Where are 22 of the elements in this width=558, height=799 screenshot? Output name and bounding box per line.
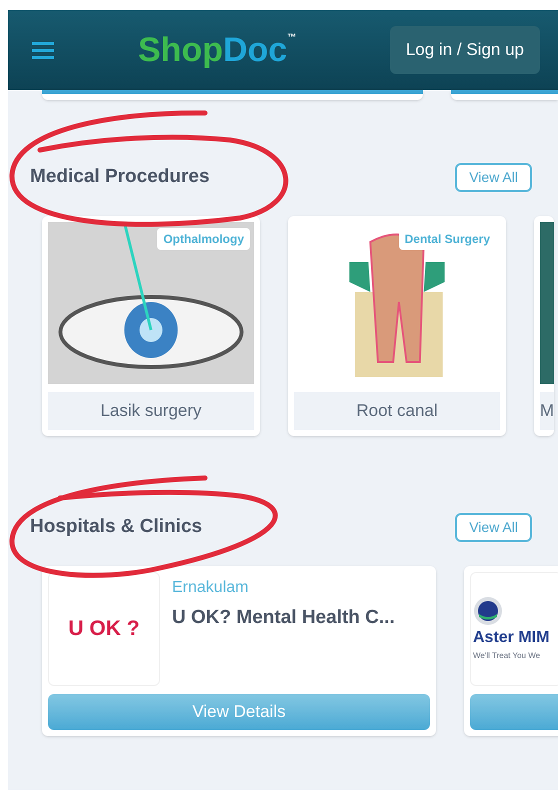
view-all-button[interactable]: View All — [455, 512, 532, 542]
login-button[interactable]: Log in / Sign up — [390, 26, 540, 74]
procedure-card[interactable]: Dental Surgery Root canal — [288, 216, 506, 436]
hospital-card[interactable]: U OK ? Ernakulam U OK? Mental Health C... View Details — [42, 566, 436, 736]
hospital-logo-tagline: We'll Treat You We — [473, 650, 540, 662]
section-title: Medical Procedures — [30, 164, 210, 189]
view-all-button[interactable]: View All — [455, 162, 532, 192]
hospital-location: Ernakulam — [172, 578, 250, 598]
procedure-card[interactable]: M — [534, 216, 554, 436]
hospital-card[interactable]: Aster MIM We'll Treat You We — [464, 566, 558, 736]
category-tag: Opthalmology — [157, 228, 250, 250]
hospital-logo-text: U OK ? — [68, 616, 140, 642]
procedure-label: M — [540, 392, 554, 430]
section-title: Hospitals & Clinics — [30, 514, 202, 539]
hospital-name: U OK? Mental Health C... — [172, 606, 395, 630]
procedure-label: Lasik surgery — [48, 392, 254, 430]
menu-icon[interactable] — [32, 41, 54, 59]
procedure-card[interactable]: Opthalmology Lasik surgery — [42, 216, 260, 436]
emblem-icon — [473, 596, 503, 626]
shopdoc-logo[interactable]: ShopDoc™ — [138, 33, 296, 67]
hospital-logo-text: Aster MIM — [473, 630, 550, 646]
procedure-label: Root canal — [294, 392, 500, 430]
